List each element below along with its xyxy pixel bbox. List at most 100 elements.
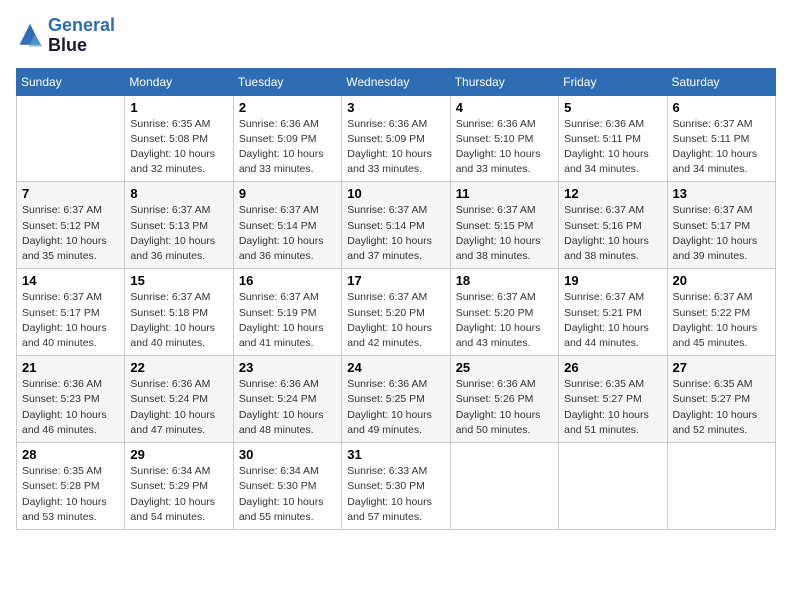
logo-icon [16, 22, 44, 50]
day-number: 16 [239, 273, 336, 288]
day-info: Sunrise: 6:37 AM Sunset: 5:22 PM Dayligh… [673, 290, 770, 351]
day-info: Sunrise: 6:35 AM Sunset: 5:08 PM Dayligh… [130, 117, 227, 178]
day-number: 19 [564, 273, 661, 288]
day-info: Sunrise: 6:36 AM Sunset: 5:24 PM Dayligh… [239, 377, 336, 438]
day-info: Sunrise: 6:34 AM Sunset: 5:30 PM Dayligh… [239, 464, 336, 525]
day-info: Sunrise: 6:37 AM Sunset: 5:13 PM Dayligh… [130, 203, 227, 264]
day-info: Sunrise: 6:37 AM Sunset: 5:18 PM Dayligh… [130, 290, 227, 351]
day-number: 1 [130, 100, 227, 115]
day-number: 31 [347, 447, 444, 462]
calendar-cell [667, 443, 775, 530]
page-header: General Blue [16, 16, 776, 56]
day-info: Sunrise: 6:37 AM Sunset: 5:20 PM Dayligh… [456, 290, 553, 351]
day-number: 10 [347, 186, 444, 201]
calendar-cell [17, 95, 125, 182]
logo-text: General Blue [48, 16, 115, 56]
day-info: Sunrise: 6:36 AM Sunset: 5:24 PM Dayligh… [130, 377, 227, 438]
day-number: 25 [456, 360, 553, 375]
day-info: Sunrise: 6:36 AM Sunset: 5:10 PM Dayligh… [456, 117, 553, 178]
day-number: 9 [239, 186, 336, 201]
day-info: Sunrise: 6:37 AM Sunset: 5:12 PM Dayligh… [22, 203, 119, 264]
column-header-sunday: Sunday [17, 68, 125, 95]
day-number: 28 [22, 447, 119, 462]
calendar-cell [450, 443, 558, 530]
day-info: Sunrise: 6:36 AM Sunset: 5:23 PM Dayligh… [22, 377, 119, 438]
day-info: Sunrise: 6:33 AM Sunset: 5:30 PM Dayligh… [347, 464, 444, 525]
calendar-cell: 12Sunrise: 6:37 AM Sunset: 5:16 PM Dayli… [559, 182, 667, 269]
calendar-cell: 17 Sunrise: 6:37 AM Sunset: 5:20 PM Dayli… [342, 269, 450, 356]
day-number: 2 [239, 100, 336, 115]
week-row-5: 28Sunrise: 6:35 AM Sunset: 5:28 PM Dayli… [17, 443, 776, 530]
day-info: Sunrise: 6:36 AM Sunset: 5:25 PM Dayligh… [347, 377, 444, 438]
calendar-cell: 13 Sunrise: 6:37 AM Sunset: 5:17 PM Dayli… [667, 182, 775, 269]
day-number: 27 [673, 360, 770, 375]
logo: General Blue [16, 16, 115, 56]
day-info: Sunrise: 6:36 AM Sunset: 5:11 PM Dayligh… [564, 117, 661, 178]
day-info: Sunrise: 6:37 AM Sunset: 5:20 PM Dayligh… [347, 290, 444, 351]
calendar-cell [559, 443, 667, 530]
calendar-cell: 22Sunrise: 6:36 AM Sunset: 5:24 PM Dayli… [125, 356, 233, 443]
day-number: 6 [673, 100, 770, 115]
day-info: Sunrise: 6:37 AM Sunset: 5:17 PM Dayligh… [673, 203, 770, 264]
calendar-cell: 28Sunrise: 6:35 AM Sunset: 5:28 PM Dayli… [17, 443, 125, 530]
week-row-4: 21 Sunrise: 6:36 AM Sunset: 5:23 PM Dayli… [17, 356, 776, 443]
day-number: 26 [564, 360, 661, 375]
day-number: 18 [456, 273, 553, 288]
week-row-3: 14 Sunrise: 6:37 AM Sunset: 5:17 PM Dayli… [17, 269, 776, 356]
calendar-cell: 6 Sunrise: 6:37 AM Sunset: 5:11 PM Daylig… [667, 95, 775, 182]
calendar-cell: 21 Sunrise: 6:36 AM Sunset: 5:23 PM Dayli… [17, 356, 125, 443]
column-header-saturday: Saturday [667, 68, 775, 95]
day-info: Sunrise: 6:36 AM Sunset: 5:26 PM Dayligh… [456, 377, 553, 438]
calendar-cell: 25 Sunrise: 6:36 AM Sunset: 5:26 PM Dayli… [450, 356, 558, 443]
day-info: Sunrise: 6:37 AM Sunset: 5:14 PM Dayligh… [347, 203, 444, 264]
day-number: 29 [130, 447, 227, 462]
day-info: Sunrise: 6:37 AM Sunset: 5:21 PM Dayligh… [564, 290, 661, 351]
calendar-cell: 18 Sunrise: 6:37 AM Sunset: 5:20 PM Dayli… [450, 269, 558, 356]
calendar-cell: 26Sunrise: 6:35 AM Sunset: 5:27 PM Dayli… [559, 356, 667, 443]
calendar-cell: 1 Sunrise: 6:35 AM Sunset: 5:08 PM Daylig… [125, 95, 233, 182]
calendar-cell: 19 Sunrise: 6:37 AM Sunset: 5:21 PM Dayli… [559, 269, 667, 356]
day-info: Sunrise: 6:37 AM Sunset: 5:11 PM Dayligh… [673, 117, 770, 178]
day-info: Sunrise: 6:35 AM Sunset: 5:27 PM Dayligh… [673, 377, 770, 438]
day-number: 15 [130, 273, 227, 288]
calendar-cell: 29 Sunrise: 6:34 AM Sunset: 5:29 PM Dayli… [125, 443, 233, 530]
calendar-cell: 8 Sunrise: 6:37 AM Sunset: 5:13 PM Daylig… [125, 182, 233, 269]
header-row: SundayMondayTuesdayWednesdayThursdayFrid… [17, 68, 776, 95]
calendar-cell: 27 Sunrise: 6:35 AM Sunset: 5:27 PM Dayli… [667, 356, 775, 443]
column-header-wednesday: Wednesday [342, 68, 450, 95]
day-info: Sunrise: 6:36 AM Sunset: 5:09 PM Dayligh… [239, 117, 336, 178]
day-number: 13 [673, 186, 770, 201]
calendar-cell: 30 Sunrise: 6:34 AM Sunset: 5:30 PM Dayli… [233, 443, 341, 530]
day-info: Sunrise: 6:37 AM Sunset: 5:14 PM Dayligh… [239, 203, 336, 264]
day-number: 21 [22, 360, 119, 375]
week-row-1: 1 Sunrise: 6:35 AM Sunset: 5:08 PM Daylig… [17, 95, 776, 182]
day-info: Sunrise: 6:36 AM Sunset: 5:09 PM Dayligh… [347, 117, 444, 178]
calendar-cell: 5 Sunrise: 6:36 AM Sunset: 5:11 PM Daylig… [559, 95, 667, 182]
day-number: 5 [564, 100, 661, 115]
day-number: 17 [347, 273, 444, 288]
calendar-table: SundayMondayTuesdayWednesdayThursdayFrid… [16, 68, 776, 530]
day-number: 7 [22, 186, 119, 201]
week-row-2: 7 Sunrise: 6:37 AM Sunset: 5:12 PM Daylig… [17, 182, 776, 269]
day-number: 20 [673, 273, 770, 288]
day-number: 12 [564, 186, 661, 201]
day-info: Sunrise: 6:34 AM Sunset: 5:29 PM Dayligh… [130, 464, 227, 525]
calendar-cell: 31 Sunrise: 6:33 AM Sunset: 5:30 PM Dayli… [342, 443, 450, 530]
calendar-cell: 2 Sunrise: 6:36 AM Sunset: 5:09 PM Daylig… [233, 95, 341, 182]
calendar-cell: 16 Sunrise: 6:37 AM Sunset: 5:19 PM Dayli… [233, 269, 341, 356]
day-number: 8 [130, 186, 227, 201]
day-number: 4 [456, 100, 553, 115]
calendar-cell: 9 Sunrise: 6:37 AM Sunset: 5:14 PM Daylig… [233, 182, 341, 269]
calendar-cell: 14 Sunrise: 6:37 AM Sunset: 5:17 PM Dayli… [17, 269, 125, 356]
day-number: 24 [347, 360, 444, 375]
day-number: 14 [22, 273, 119, 288]
day-number: 3 [347, 100, 444, 115]
calendar-cell: 23Sunrise: 6:36 AM Sunset: 5:24 PM Dayli… [233, 356, 341, 443]
calendar-cell: 15 Sunrise: 6:37 AM Sunset: 5:18 PM Dayli… [125, 269, 233, 356]
day-info: Sunrise: 6:37 AM Sunset: 5:17 PM Dayligh… [22, 290, 119, 351]
day-info: Sunrise: 6:37 AM Sunset: 5:19 PM Dayligh… [239, 290, 336, 351]
calendar-cell: 10 Sunrise: 6:37 AM Sunset: 5:14 PM Dayli… [342, 182, 450, 269]
day-number: 30 [239, 447, 336, 462]
day-info: Sunrise: 6:37 AM Sunset: 5:15 PM Dayligh… [456, 203, 553, 264]
column-header-monday: Monday [125, 68, 233, 95]
